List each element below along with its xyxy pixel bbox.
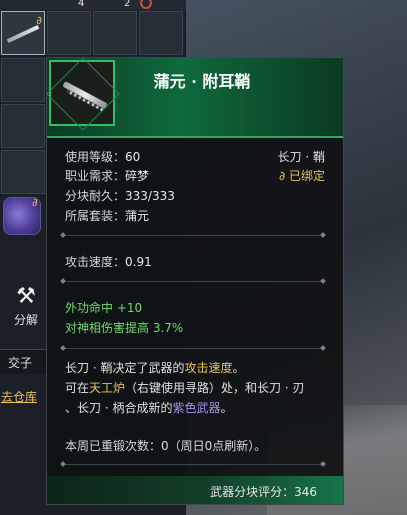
inventory-slot[interactable] xyxy=(93,11,137,55)
reforge-count: 本周已重锻次数：0（周日0点刷新）。 xyxy=(65,439,267,453)
divider xyxy=(63,281,323,282)
stat-row: 分块耐久：333/333 xyxy=(65,189,175,203)
stat-value: 蒲元 xyxy=(125,209,150,223)
bound-status: ∂ 已绑定 xyxy=(279,167,325,184)
score-label: 武器分块评分： xyxy=(210,485,295,499)
stat-row: 职业需求：碎梦 xyxy=(65,169,150,183)
stat-label: 职业需求 xyxy=(65,169,114,183)
item-title: 蒲元 · 附耳鞘 xyxy=(153,72,251,91)
desc-text: 。 xyxy=(232,361,245,375)
item-tooltip: 蒲元 · 附耳鞘 使用等级：60 长刀 · 鞘 职业需求：碎梦 ∂ 已绑定 分块… xyxy=(46,57,344,505)
bonus-label: 外功命中 xyxy=(65,301,114,315)
stat-label: 所属套装 xyxy=(65,209,114,223)
desc-line: 、长刀 · 柄合成新的紫色武器。 xyxy=(65,398,335,418)
hammer-icon: ⚒ xyxy=(16,284,36,309)
chain-link-icon: ∂ xyxy=(32,196,38,209)
attack-speed-row: 攻击速度：0.91 xyxy=(65,255,152,269)
desc-text: 、长刀 · 柄合成新的 xyxy=(65,401,173,415)
desc-highlight: 天工炉 xyxy=(89,381,126,395)
inventory-slot[interactable] xyxy=(139,11,183,55)
desc-text: 长刀 · 鞘决定了武器的 xyxy=(65,361,185,375)
weapon-type: 长刀 · 鞘 xyxy=(277,150,325,164)
inventory-slot[interactable] xyxy=(1,104,45,148)
bound-label: 已绑定 xyxy=(288,169,325,183)
desc-line: 长刀 · 鞘决定了武器的攻击速度。 xyxy=(65,358,335,378)
go-warehouse-link[interactable]: 去仓库 xyxy=(1,388,37,405)
divider xyxy=(63,348,323,349)
blade-icon xyxy=(6,25,40,43)
divider xyxy=(63,464,323,465)
item-description: 长刀 · 鞘决定了武器的攻击速度。 可在天工炉（右键使用寻路）处，和长刀 · 刃… xyxy=(65,358,335,418)
stat-label: 使用等级 xyxy=(65,150,114,164)
inventory-slot[interactable] xyxy=(1,58,45,102)
stat-value: 碎梦 xyxy=(125,169,150,183)
attack-speed-label: 攻击速度 xyxy=(65,255,114,269)
blade-icon xyxy=(62,81,108,109)
score-value: 346 xyxy=(294,485,317,499)
bonus-row: 外功命中 +10 xyxy=(65,299,142,316)
bonus-row: 对神相伤害提高 3.7% xyxy=(65,319,183,336)
desc-highlight: 攻击速度 xyxy=(184,361,233,375)
currency-label: 交子 xyxy=(8,356,33,370)
inventory-slot-selected[interactable]: ∂ xyxy=(1,11,45,55)
stat-row: 使用等级：60 xyxy=(65,150,141,164)
stat-label: 分块耐久 xyxy=(65,189,114,203)
slot-count: 4 xyxy=(78,0,85,9)
desc-text: 。 xyxy=(220,401,233,415)
disassemble-label: 分解 xyxy=(13,313,38,327)
desc-line: 可在天工炉（右键使用寻路）处，和长刀 · 刃 xyxy=(65,378,335,398)
item-icon xyxy=(49,60,115,126)
bonus-value: +10 xyxy=(116,301,143,315)
stat-row: 所属套装：蒲元 xyxy=(65,209,150,223)
bonus-label: 对神相伤害提高 xyxy=(65,321,150,335)
inventory-slot[interactable] xyxy=(47,11,91,55)
inventory-top-row xyxy=(0,0,186,10)
attack-speed-value: 0.91 xyxy=(125,255,152,269)
desc-text: 可在 xyxy=(65,381,90,395)
tooltip-footer: 武器分块评分：346 xyxy=(47,476,343,504)
disassemble-button[interactable]: ⚒ 分解 xyxy=(8,285,44,328)
desc-text: （右键使用寻路）处，和长刀 · 刃 xyxy=(125,381,305,395)
desc-highlight: 紫色武器 xyxy=(172,401,221,415)
stat-value: 60 xyxy=(125,150,141,164)
slot-count: 2 xyxy=(124,0,131,9)
header-divider xyxy=(47,136,343,138)
score-text: 武器分块评分：346 xyxy=(210,483,317,500)
chain-link-icon: ∂ xyxy=(278,169,286,183)
divider xyxy=(63,235,323,236)
inventory-slot[interactable] xyxy=(1,150,45,194)
stat-value: 333/333 xyxy=(125,189,175,203)
bonus-value: 3.7% xyxy=(152,321,184,335)
